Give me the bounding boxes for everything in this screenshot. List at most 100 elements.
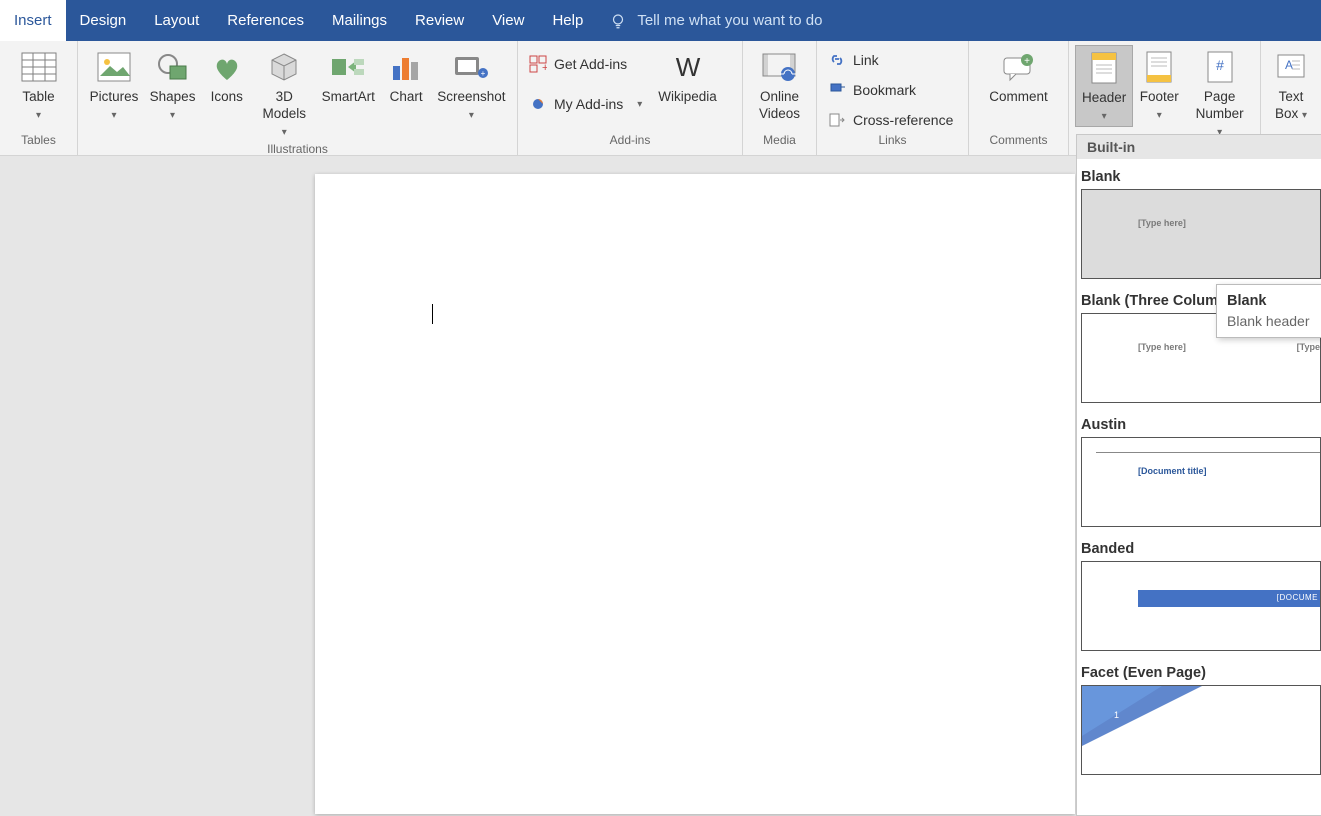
- shapes-button[interactable]: Shapes▾: [144, 45, 201, 125]
- placeholder-text: [Document title]: [1138, 466, 1207, 476]
- 3d-models-button[interactable]: 3D Models ▾: [252, 45, 316, 142]
- tooltip-desc: Blank header: [1227, 313, 1321, 329]
- gallery-item-banded[interactable]: [DOCUME: [1081, 561, 1321, 651]
- chevron-down-icon: ▾: [1102, 111, 1107, 122]
- svg-text:#: #: [1216, 57, 1224, 73]
- tab-view[interactable]: View: [478, 0, 538, 41]
- comment-button[interactable]: + Comment: [983, 45, 1054, 108]
- online-videos-button[interactable]: Online Videos: [753, 45, 806, 125]
- tab-design[interactable]: Design: [66, 0, 141, 41]
- svg-text:A: A: [1285, 58, 1293, 72]
- comment-label: Comment: [989, 89, 1048, 106]
- placeholder-text: [Type: [1297, 342, 1320, 352]
- my-addins-label: My Add-ins: [554, 96, 623, 112]
- comment-icon: +: [998, 47, 1038, 87]
- smartart-button[interactable]: SmartArt: [316, 45, 380, 108]
- table-label: Table: [22, 89, 54, 104]
- screenshot-button[interactable]: + Screenshot ▾: [432, 45, 511, 125]
- tell-me-search[interactable]: Tell me what you want to do: [597, 0, 834, 41]
- cross-reference-icon: [827, 110, 847, 130]
- header-gallery: Built-in Blank [Type here] Blank (Three …: [1076, 134, 1321, 816]
- placeholder-text: [Type here]: [1138, 342, 1186, 352]
- chevron-down-icon: ▾: [1302, 110, 1307, 121]
- store-icon: +: [528, 54, 548, 74]
- group-tables: Table▾ Tables: [0, 41, 78, 155]
- chevron-down-icon: ▾: [1157, 110, 1162, 121]
- screenshot-label: Screenshot: [437, 89, 505, 104]
- tooltip: Blank Blank header: [1216, 284, 1321, 338]
- link-icon: [827, 50, 847, 70]
- header-icon: [1084, 48, 1124, 88]
- svg-text:+: +: [481, 69, 486, 78]
- pictures-icon: [94, 47, 134, 87]
- table-button[interactable]: Table ▾: [13, 45, 65, 125]
- gallery-item-label-austin: Austin: [1081, 413, 1321, 437]
- ribbon-tab-bar: Insert Design Layout References Mailings…: [0, 0, 1321, 41]
- tab-insert[interactable]: Insert: [0, 0, 66, 41]
- smartart-label: SmartArt: [322, 89, 375, 106]
- text-box-label: Text Box: [1275, 89, 1303, 121]
- get-addins-button[interactable]: + Get Add-ins: [524, 51, 646, 77]
- addins-icon: [528, 94, 548, 114]
- pictures-button[interactable]: Pictures▾: [84, 45, 144, 125]
- lightbulb-icon: [609, 12, 627, 30]
- tab-references[interactable]: References: [213, 0, 318, 41]
- svg-text:+: +: [1025, 56, 1031, 67]
- header-button[interactable]: Header ▾: [1075, 45, 1133, 127]
- page-number-label: Page Number: [1196, 89, 1244, 121]
- bookmark-button[interactable]: Bookmark: [823, 77, 957, 103]
- 3d-models-label: 3D Models: [262, 89, 306, 121]
- chevron-down-icon: ▾: [282, 127, 287, 138]
- icons-icon: [207, 47, 247, 87]
- icons-button[interactable]: Icons: [201, 45, 252, 108]
- document-page[interactable]: [315, 174, 1075, 814]
- gallery-item-label-facet: Facet (Even Page): [1081, 661, 1321, 685]
- tell-me-label: Tell me what you want to do: [637, 12, 822, 29]
- my-addins-button[interactable]: My Add-ins ▾: [524, 91, 646, 117]
- chart-icon: [386, 47, 426, 87]
- chart-label: Chart: [390, 89, 423, 106]
- cross-reference-button[interactable]: Cross-reference: [823, 107, 957, 133]
- placeholder-text: [Type here]: [1138, 218, 1186, 228]
- placeholder-text: 1: [1114, 710, 1119, 720]
- chevron-down-icon: ▾: [469, 110, 474, 121]
- text-box-button[interactable]: A Text Box ▾: [1266, 45, 1316, 125]
- link-button[interactable]: Link: [823, 47, 957, 73]
- shapes-icon: [153, 47, 193, 87]
- text-cursor: [432, 304, 433, 324]
- svg-text:+: +: [542, 62, 547, 73]
- gallery-item-label-blank: Blank: [1081, 165, 1321, 189]
- gallery-item-facet-even[interactable]: 1: [1081, 685, 1321, 775]
- smartart-icon: [328, 47, 368, 87]
- group-label-addins: Add-ins: [518, 133, 742, 155]
- cross-reference-label: Cross-reference: [853, 112, 953, 128]
- gallery-section-header: Built-in: [1077, 135, 1321, 159]
- chart-button[interactable]: Chart: [380, 45, 431, 108]
- group-label-illustrations: Illustrations: [78, 142, 517, 156]
- page-number-button[interactable]: # Page Number ▾: [1185, 45, 1254, 142]
- tab-layout[interactable]: Layout: [140, 0, 213, 41]
- chevron-down-icon: ▾: [170, 110, 175, 121]
- video-icon: [759, 47, 799, 87]
- gallery-item-austin[interactable]: [Document title]: [1081, 437, 1321, 527]
- cube-icon: [264, 47, 304, 87]
- group-addins: + Get Add-ins My Add-ins ▾ W Wikipedia A…: [518, 41, 743, 155]
- placeholder-text: [DOCUME: [1138, 590, 1320, 607]
- footer-button[interactable]: Footer ▾: [1133, 45, 1185, 125]
- screenshot-icon: +: [451, 47, 491, 87]
- group-label-comments: Comments: [969, 133, 1068, 155]
- group-label-links: Links: [817, 133, 968, 155]
- svg-text:W: W: [675, 54, 700, 80]
- group-illustrations: Pictures▾ Shapes▾ Icons 3D Models ▾ Smar…: [78, 41, 518, 155]
- wikipedia-button[interactable]: W Wikipedia: [652, 45, 723, 108]
- header-label: Header: [1082, 90, 1126, 105]
- table-icon: [19, 47, 59, 87]
- footer-label: Footer: [1140, 89, 1179, 104]
- tab-help[interactable]: Help: [538, 0, 597, 41]
- tab-review[interactable]: Review: [401, 0, 478, 41]
- chevron-down-icon: ▾: [637, 99, 642, 110]
- group-label-media: Media: [743, 133, 816, 155]
- chevron-down-icon: ▾: [36, 110, 41, 121]
- tab-mailings[interactable]: Mailings: [318, 0, 401, 41]
- gallery-item-blank[interactable]: [Type here]: [1081, 189, 1321, 279]
